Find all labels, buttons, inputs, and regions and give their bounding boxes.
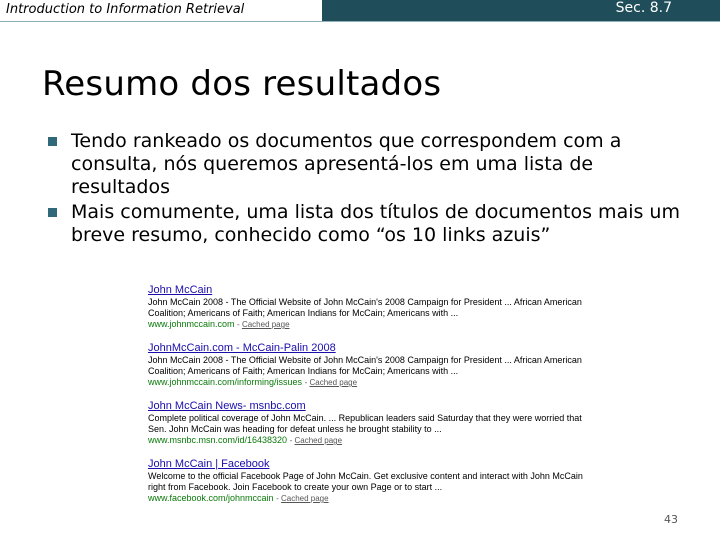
result-url: www.johnmccain.com/informing/issues	[148, 377, 303, 387]
cached-page-link[interactable]: Cached page	[309, 378, 357, 387]
result-title-link[interactable]: JohnMcCain.com - McCain-Palin 2008	[148, 342, 598, 355]
slide-title: Resumo dos resultados	[42, 64, 442, 104]
cached-page-link[interactable]: Cached page	[294, 436, 342, 445]
result-snippet: John McCain 2008 - The Official Website …	[148, 355, 582, 376]
search-result: John McCain John McCain 2008 - The Offic…	[148, 284, 598, 330]
course-title: Introduction to Information Retrieval	[6, 2, 245, 17]
bullet-list: Tendo rankeado os documentos que corresp…	[48, 130, 698, 249]
search-result: John McCain News- msnbc.com Complete pol…	[148, 400, 598, 446]
result-url: www.msnbc.msn.com/id/16438320	[148, 435, 288, 445]
header-title-panel: Introduction to Information Retrieval	[0, 0, 322, 22]
bullet-item: Mais comumente, uma lista dos títulos de…	[48, 201, 698, 247]
result-snippet: Complete political coverage of John McCa…	[148, 413, 582, 434]
cached-page-link[interactable]: Cached page	[281, 494, 329, 503]
result-url-line: www.msnbc.msn.com/id/16438320 - Cached p…	[148, 435, 598, 446]
search-results-list: John McCain John McCain 2008 - The Offic…	[148, 284, 598, 516]
result-snippet: Welcome to the official Facebook Page of…	[148, 471, 583, 492]
result-url: www.johnmccain.com	[148, 319, 235, 329]
square-bullet-icon	[48, 137, 57, 146]
result-url-line: www.facebook.com/johnmccain - Cached pag…	[148, 493, 598, 504]
page-number: 43	[664, 513, 678, 526]
result-url: www.facebook.com/johnmccain	[148, 493, 274, 503]
bullet-text: Mais comumente, uma lista dos títulos de…	[71, 201, 680, 246]
search-result: JohnMcCain.com - McCain-Palin 2008 John …	[148, 342, 598, 388]
result-snippet: John McCain 2008 - The Official Website …	[148, 297, 582, 318]
result-url-line: www.johnmccain.com - Cached page	[148, 319, 598, 330]
bullet-text: Tendo rankeado os documentos que corresp…	[71, 130, 622, 198]
result-title-link[interactable]: John McCain | Facebook	[148, 458, 598, 471]
square-bullet-icon	[48, 208, 57, 217]
search-result: John McCain | Facebook Welcome to the of…	[148, 458, 598, 504]
result-title-link[interactable]: John McCain News- msnbc.com	[148, 400, 598, 413]
cached-page-link[interactable]: Cached page	[242, 320, 290, 329]
bullet-item: Tendo rankeado os documentos que corresp…	[48, 130, 698, 199]
result-title-link[interactable]: John McCain	[148, 284, 598, 297]
result-url-line: www.johnmccain.com/informing/issues - Ca…	[148, 377, 598, 388]
section-reference: Sec. 8.7	[615, 0, 672, 16]
